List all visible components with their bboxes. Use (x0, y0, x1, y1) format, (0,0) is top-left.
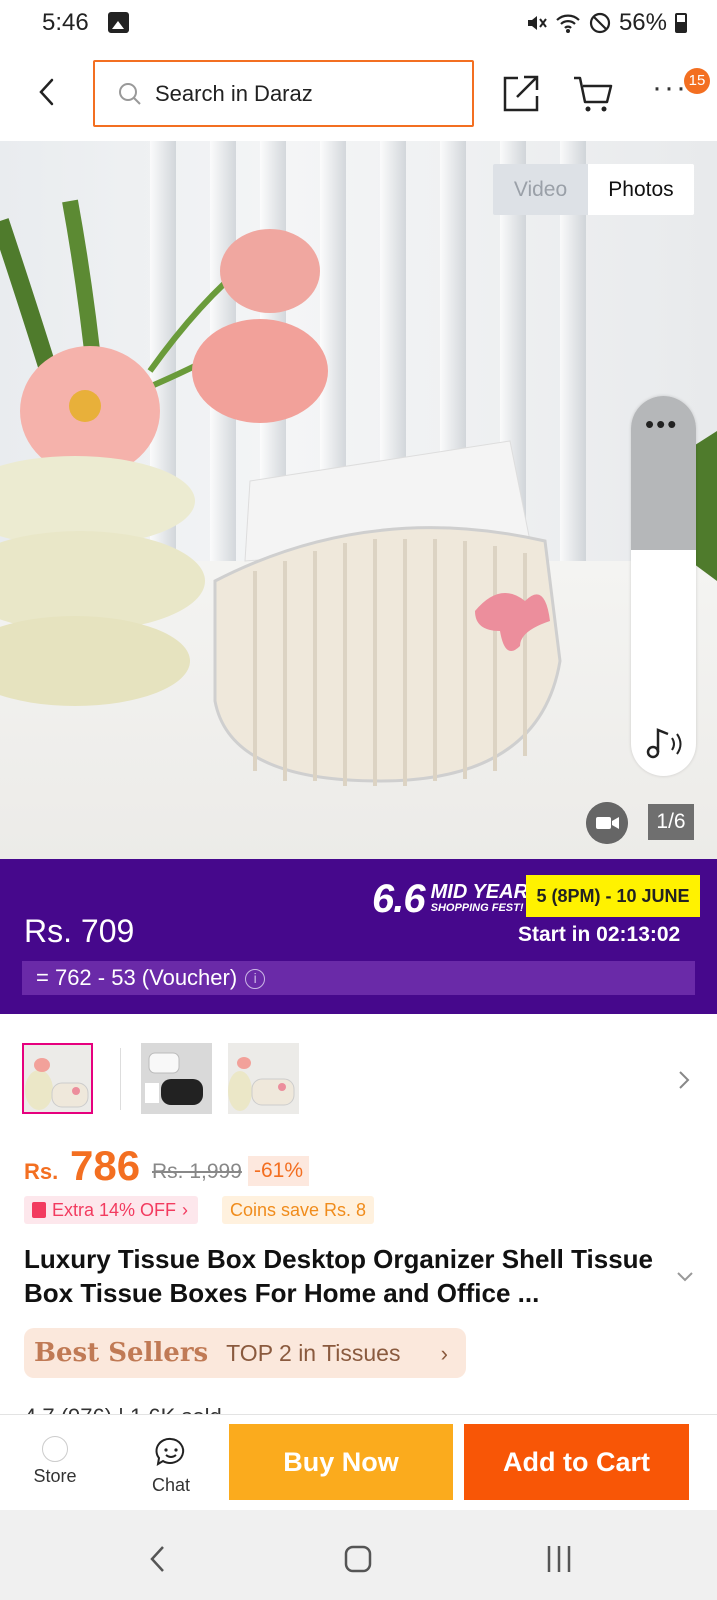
tab-video[interactable]: Video (493, 164, 588, 215)
status-bar: 5:46 56% (0, 0, 717, 46)
product-image[interactable]: Video Photos ••• 1/6 (0, 141, 717, 859)
chevron-down-icon[interactable] (675, 1270, 695, 1284)
music-note-icon (646, 728, 682, 759)
nav-home-icon[interactable] (343, 1544, 373, 1574)
nav-back-icon[interactable] (148, 1544, 168, 1574)
volume-more-icon[interactable]: ••• (645, 411, 678, 437)
product-illustration (0, 199, 717, 786)
gallery-icon (108, 12, 129, 33)
media-toggle: Video Photos (493, 164, 694, 215)
promo-price: Rs. 709 (24, 913, 135, 949)
info-icon[interactable]: i (245, 969, 266, 990)
battery-icon (675, 13, 687, 33)
search-icon (119, 82, 141, 105)
thumbnail-2[interactable] (141, 1043, 212, 1114)
countdown-timer: Start in 02:13:02 (518, 923, 681, 946)
voucher-text: = 762 - 53 (Voucher) (36, 965, 238, 990)
chat-button[interactable]: Chat (138, 1436, 204, 1496)
campaign-date: 5 (8PM) - 10 JUNE (526, 875, 700, 917)
discount-badge: -61% (248, 1156, 310, 1186)
original-price: Rs. 1,999 (152, 1160, 242, 1183)
status-time: 5:46 (42, 9, 89, 36)
store-label: Store (33, 1466, 77, 1486)
thumbnail-1[interactable] (22, 1043, 93, 1114)
product-title: Luxury Tissue Box Desktop Organizer Shel… (24, 1244, 654, 1308)
campaign-logo: 6.6 MID YEAR SHOPPING FEST! (372, 877, 528, 922)
best-sellers-banner[interactable]: Best Sellers TOP 2 in Tissues › (24, 1328, 466, 1378)
chat-label: Chat (151, 1475, 191, 1495)
notification-badge: 15 (684, 68, 710, 94)
gift-icon (32, 1202, 46, 1218)
do-not-disturb-icon (589, 12, 611, 34)
thumbnail-3[interactable] (228, 1043, 299, 1114)
thumbnail-divider (120, 1048, 121, 1110)
extra-off-chip[interactable]: Extra 14% OFF › (24, 1196, 199, 1224)
add-to-cart-button[interactable]: Add to Cart (464, 1424, 689, 1500)
store-button[interactable]: Store (22, 1436, 88, 1487)
video-camera-icon[interactable] (586, 802, 628, 844)
buy-now-button[interactable]: Buy Now (229, 1424, 453, 1500)
campaign-line-2: SHOPPING FEST! (430, 901, 524, 914)
voucher-breakdown[interactable]: = 762 - 53 (Voucher) i (22, 961, 695, 995)
wifi-icon (556, 14, 580, 33)
campaign-number: 6.6 (372, 877, 426, 921)
more-options-icon[interactable]: ··· (652, 73, 688, 103)
nav-recents-icon[interactable] (545, 1544, 575, 1574)
campaign-line-1: MID YEAR (430, 880, 529, 903)
promo-banner[interactable]: Rs. 709 6.6 MID YEAR SHOPPING FEST! 5 (8… (0, 859, 717, 1014)
share-icon[interactable] (500, 72, 542, 114)
image-counter: 1/6 (648, 804, 694, 840)
cart-icon[interactable] (572, 74, 614, 114)
extra-off-label: Extra 14% OFF (52, 1200, 177, 1220)
store-logo-icon (42, 1436, 68, 1462)
chevron-right-icon: › (182, 1200, 189, 1220)
battery-percent: 56% (618, 9, 667, 36)
price-currency: Rs. (24, 1159, 59, 1184)
chevron-right-icon: › (440, 1341, 448, 1366)
rank-label: TOP 2 in Tissues (226, 1339, 401, 1366)
tab-photos[interactable]: Photos (588, 164, 694, 215)
system-nav-bar (0, 1510, 717, 1600)
search-placeholder: Search in Daraz (155, 80, 313, 106)
coins-chip[interactable]: Coins save Rs. 8 (222, 1196, 375, 1224)
back-arrow-icon[interactable] (30, 74, 66, 110)
chevron-right-icon[interactable] (676, 1068, 692, 1092)
price-value: 786 (70, 1142, 141, 1189)
mute-icon (527, 16, 547, 30)
best-sellers-label: Best Sellers (34, 1338, 209, 1368)
search-input[interactable]: Search in Daraz (93, 60, 474, 127)
volume-slider[interactable]: ••• (631, 396, 696, 776)
chat-icon (155, 1437, 185, 1466)
status-icons: 56% (525, 9, 687, 37)
